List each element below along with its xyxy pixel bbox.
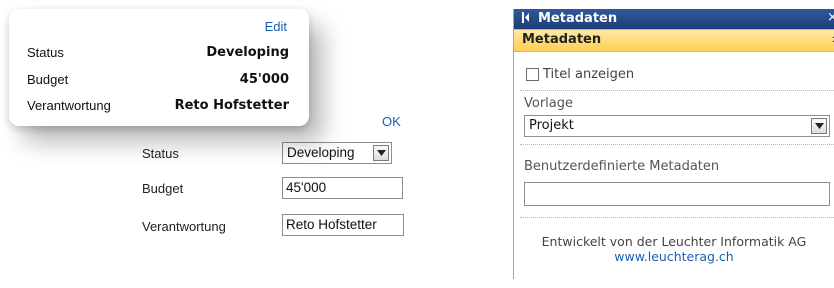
- popup-row-value: Developing: [206, 45, 289, 60]
- status-label: Status: [142, 146, 179, 161]
- template-select[interactable]: Projekt: [524, 115, 830, 137]
- chevron-down-icon[interactable]: [373, 145, 389, 161]
- popup-row-value: Reto Hofstetter: [174, 98, 289, 113]
- metadata-popup-card: Edit Status Developing Budget 45'000 Ver…: [9, 9, 309, 126]
- custom-metadata-input[interactable]: [524, 182, 830, 206]
- divider: [520, 217, 834, 218]
- popup-row-owner: Verantwortung Reto Hofstetter: [27, 98, 289, 116]
- owner-label: Verantwortung: [142, 219, 226, 234]
- show-title-label: Titel anzeigen: [543, 67, 635, 82]
- footer-credit: Entwickelt von der Leuchter Informatik A…: [541, 234, 807, 249]
- status-select[interactable]: Developing: [282, 142, 392, 164]
- popup-row-label: Status: [27, 45, 64, 60]
- popup-row-budget: Budget 45'000: [27, 72, 289, 90]
- popup-row-label: Verantwortung: [27, 98, 111, 113]
- collapse-arrow-icon[interactable]: [522, 12, 529, 26]
- section-header[interactable]: Metadaten: [514, 29, 834, 52]
- divider: [520, 144, 834, 145]
- owner-input[interactable]: Reto Hofstetter: [282, 214, 404, 236]
- show-title-checkbox[interactable]: [526, 68, 539, 81]
- panel-title: Metadaten: [538, 11, 618, 26]
- edit-form: OK Status Developing Budget 45'000 Veran…: [130, 108, 410, 288]
- footer-link[interactable]: www.leuchterag.ch: [514, 249, 834, 264]
- ok-link[interactable]: OK: [382, 114, 401, 129]
- divider: [520, 90, 834, 91]
- popup-row-label: Budget: [27, 72, 69, 87]
- budget-label: Budget: [142, 181, 184, 196]
- budget-input[interactable]: 45'000: [282, 177, 403, 199]
- close-icon[interactable]: ×: [827, 10, 834, 25]
- edit-link[interactable]: Edit: [265, 19, 287, 34]
- popup-row-status: Status Developing: [27, 45, 289, 63]
- custom-metadata-label: Benutzerdefinierte Metadaten: [524, 159, 720, 174]
- popup-row-value: 45'000: [239, 72, 289, 87]
- metadata-panel: Metadaten × Metadaten Titel anzeigen Vor…: [513, 9, 834, 279]
- status-select-value: Developing: [287, 145, 355, 160]
- section-title: Metadaten: [522, 32, 602, 47]
- chevron-down-icon[interactable]: [811, 118, 827, 134]
- template-select-value: Projekt: [529, 118, 574, 133]
- panel-header: Metadaten ×: [514, 9, 834, 29]
- template-label: Vorlage: [524, 96, 574, 111]
